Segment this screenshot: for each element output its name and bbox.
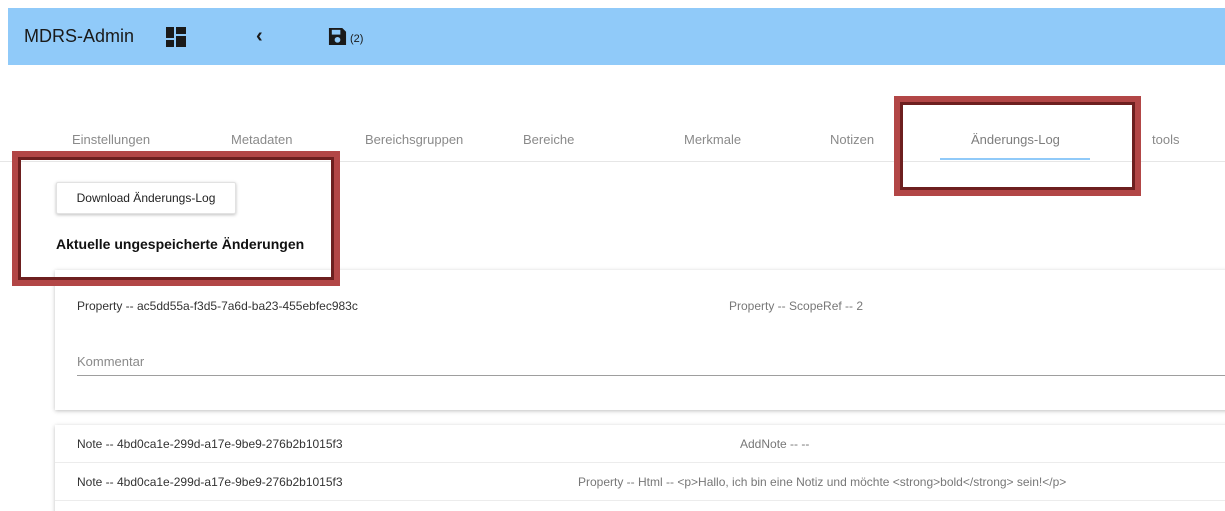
unsaved-count: (2) [350, 33, 364, 45]
tab-tools[interactable]: tools [1152, 132, 1179, 147]
tab-einstellungen[interactable]: Einstellungen [72, 132, 150, 147]
change-list: Note -- 4bd0ca1e-299d-a17e-9be9-276b2b10… [55, 425, 1225, 511]
change-description: Property -- ScopeRef -- 2 [729, 299, 864, 313]
dashboard-icon[interactable] [166, 27, 186, 47]
tab-merkmale[interactable]: Merkmale [684, 132, 741, 147]
app-bar: MDRS-Admin ‹ (2) [8, 8, 1225, 65]
list-item: Note -- 4bd0ca1e-299d-a17e-9be9-276b2b10… [55, 425, 1225, 463]
change-description: AddNote -- -- [740, 437, 810, 451]
tab-metadaten[interactable]: Metadaten [231, 132, 292, 147]
save-icon[interactable] [328, 27, 347, 46]
unsaved-changes-title: Aktuelle ungespeicherte Änderungen [56, 236, 305, 252]
tab-bereichsgruppen[interactable]: Bereichsgruppen [365, 132, 463, 147]
app-title: MDRS-Admin [24, 26, 135, 46]
change-target: Property -- ac5dd55a-f3d5-7a6d-ba23-455e… [77, 299, 358, 313]
change-description: Property -- Html -- <p>Hallo, ich bin ei… [578, 475, 1067, 489]
tab-bereiche[interactable]: Bereiche [523, 132, 574, 147]
list-item: Note -- 4bd0ca1e-299d-a17e-9be9-276b2b10… [55, 463, 1225, 501]
active-tab-indicator [940, 158, 1090, 160]
tab-aenderungs-log[interactable]: Änderungs-Log [971, 132, 1060, 147]
tab-notizen[interactable]: Notizen [830, 132, 874, 147]
chevron-left-icon[interactable]: ‹ [256, 26, 263, 46]
download-log-button[interactable]: Download Änderungs-Log [56, 182, 236, 214]
comment-field[interactable] [77, 348, 1225, 376]
change-target: Note -- 4bd0ca1e-299d-a17e-9be9-276b2b10… [77, 437, 343, 451]
highlight-frame-download [12, 151, 340, 286]
change-card: Property -- ac5dd55a-f3d5-7a6d-ba23-455e… [55, 270, 1225, 410]
tab-bar: Einstellungen Metadaten Bereichsgruppen … [0, 120, 1225, 162]
change-target: Note -- 4bd0ca1e-299d-a17e-9be9-276b2b10… [77, 475, 343, 489]
